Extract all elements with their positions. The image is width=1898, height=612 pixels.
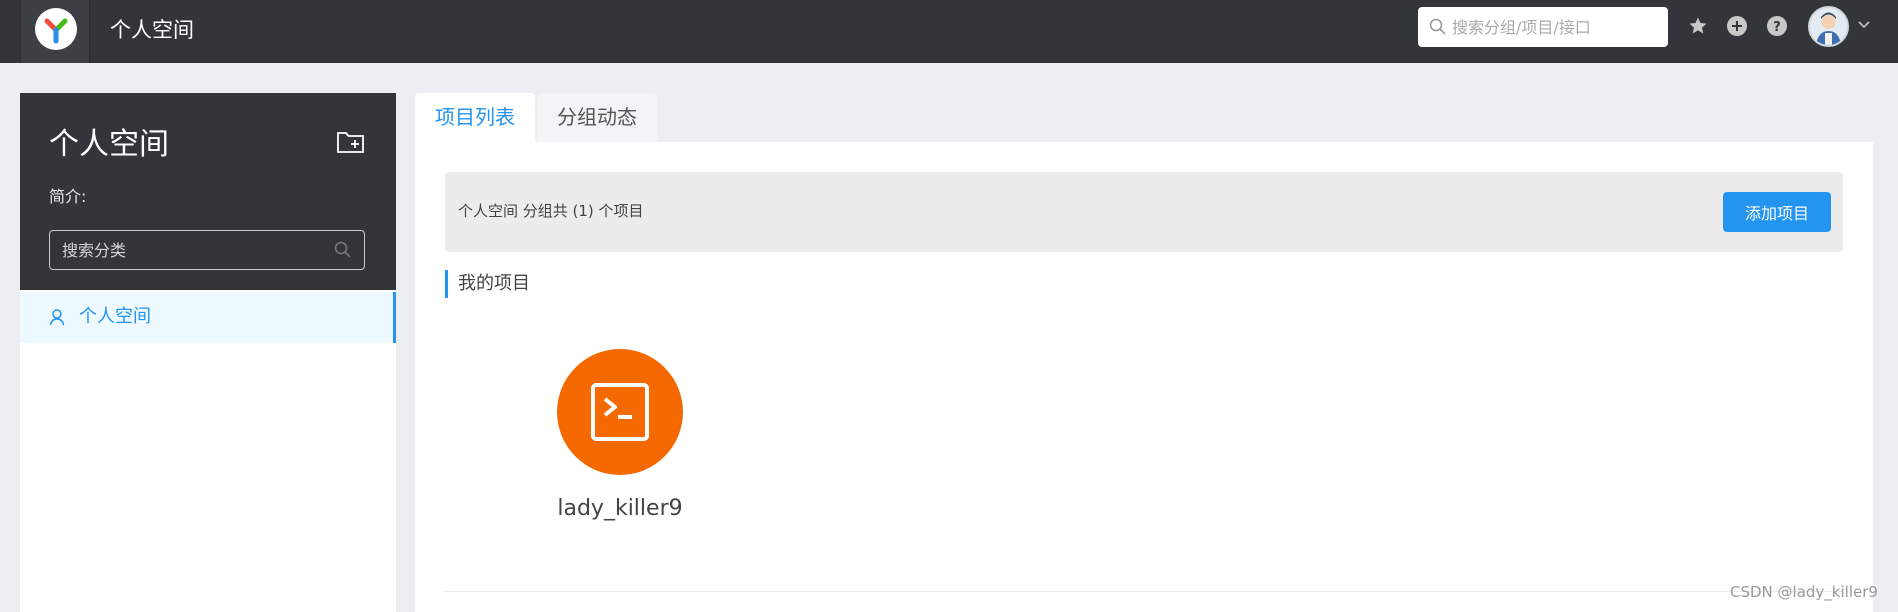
project-summary-bar: 个人空间 分组共 (1) 个项目 添加项目 <box>445 172 1843 252</box>
user-avatar[interactable] <box>1808 6 1849 47</box>
global-search-input[interactable] <box>1452 7 1662 47</box>
sidebar-item-personal-space[interactable]: 个人空间 <box>20 292 396 343</box>
project-card[interactable]: lady_killer9 <box>520 342 720 542</box>
top-navbar: 个人空间 ? <box>0 0 1898 63</box>
chevron-down-icon[interactable] <box>1858 21 1870 29</box>
tab-project-list[interactable]: 项目列表 <box>415 93 535 142</box>
global-search-box[interactable] <box>1418 7 1668 47</box>
category-search-box[interactable] <box>49 230 365 270</box>
group-sidebar: 个人空间 简介: 个人空间 <box>20 93 396 612</box>
terminal-icon <box>591 383 649 441</box>
my-projects-heading: 我的项目 <box>445 270 530 298</box>
add-project-button[interactable]: 添加项目 <box>1723 192 1831 232</box>
plus-circle-icon[interactable] <box>1726 15 1748 37</box>
group-title: 个人空间 <box>49 127 169 162</box>
help-icon[interactable]: ? <box>1766 15 1788 37</box>
category-search-input[interactable] <box>50 231 330 269</box>
project-logo <box>557 349 683 475</box>
tab-group-activity[interactable]: 分组动态 <box>537 93 658 142</box>
main-content: 个人空间 分组共 (1) 个项目 添加项目 我的项目 lady_killer9 <box>415 142 1873 612</box>
watermark-text: CSDN @lady_killer9 <box>1730 583 1878 601</box>
add-folder-icon[interactable] <box>336 129 366 155</box>
divider <box>445 591 1843 592</box>
search-icon <box>1429 18 1446 35</box>
sidebar-item-label: 个人空间 <box>79 306 151 327</box>
yapi-logo-icon <box>35 8 77 50</box>
svg-text:?: ? <box>1773 20 1781 35</box>
page-title: 个人空间 <box>110 18 194 42</box>
app-logo-link[interactable] <box>20 0 90 63</box>
star-icon[interactable] <box>1687 15 1709 37</box>
user-icon <box>49 309 65 326</box>
search-icon <box>334 241 351 258</box>
project-name: lady_killer9 <box>557 496 683 521</box>
group-description-label: 简介: <box>49 187 87 206</box>
project-count-text: 个人空间 分组共 (1) 个项目 <box>458 202 644 220</box>
group-header: 个人空间 简介: <box>20 93 396 290</box>
